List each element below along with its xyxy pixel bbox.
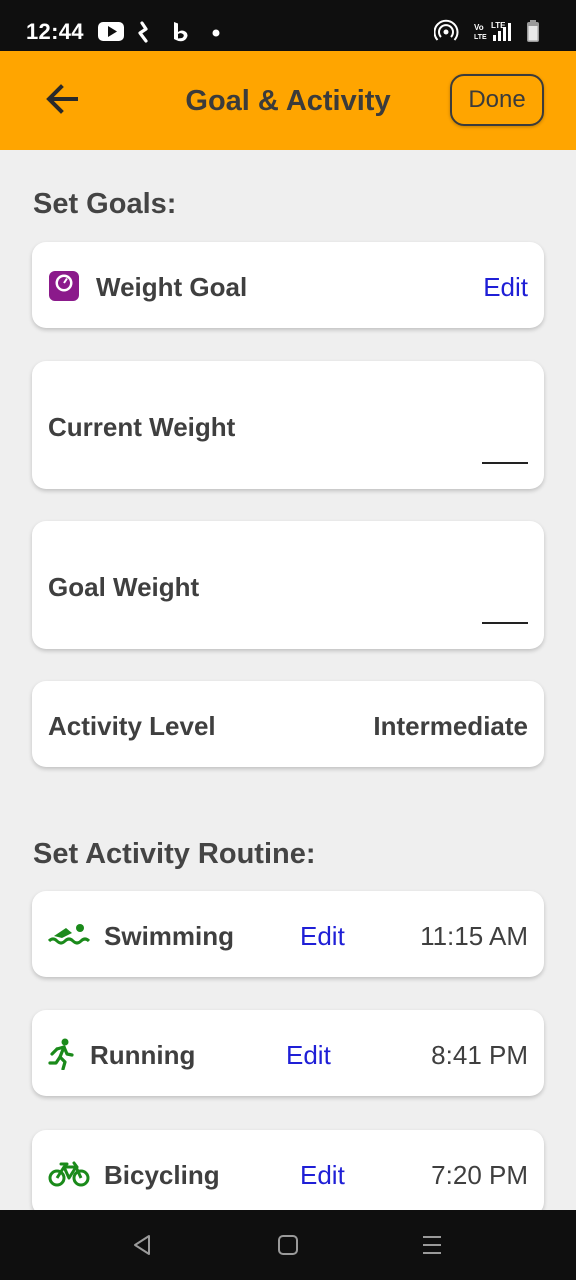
status-left-icons xyxy=(98,21,220,43)
activity-row: Running Edit 8:41 PM xyxy=(32,1010,544,1096)
goals-section-title: Set Goals: xyxy=(33,188,177,220)
lte-signal-icon: LTE xyxy=(491,21,511,41)
goal-weight-label: Goal Weight xyxy=(48,572,200,602)
activity-name: Swimming xyxy=(104,921,235,951)
kite-icon xyxy=(138,21,148,43)
system-nav-bar xyxy=(0,1210,576,1280)
youtube-icon xyxy=(98,22,124,41)
back-triangle-icon[interactable] xyxy=(127,1230,159,1260)
volte-icon: Vo LTE xyxy=(474,23,487,41)
activity-level-card[interactable]: Activity Level Intermediate xyxy=(32,681,544,767)
dot-icon xyxy=(212,29,220,37)
activity-time[interactable]: 11:15 AM xyxy=(420,921,528,952)
status-bar: 12:44 Vo LTE LTE xyxy=(0,0,576,51)
running-icon xyxy=(48,1038,74,1070)
hotspot-icon xyxy=(434,19,459,41)
current-weight-label: Current Weight xyxy=(48,412,236,442)
swimming-icon xyxy=(48,924,90,945)
menu-lines-icon[interactable] xyxy=(416,1230,448,1260)
bing-icon xyxy=(174,22,188,42)
activity-edit-link[interactable]: Edit xyxy=(300,921,345,952)
goal-weight-input[interactable] xyxy=(482,622,528,624)
weight-goal-card: Weight Goal Edit xyxy=(32,242,544,328)
bicycle-icon xyxy=(48,1161,90,1187)
status-time: 12:44 xyxy=(26,19,84,44)
activity-time[interactable]: 8:41 PM xyxy=(431,1040,528,1071)
svg-text:Vo: Vo xyxy=(474,23,484,32)
app-bar: Goal & Activity Done xyxy=(0,51,576,150)
activity-name: Running xyxy=(90,1040,196,1070)
svg-text:LTE: LTE xyxy=(474,34,487,41)
goal-weight-card: Goal Weight xyxy=(32,521,544,649)
weight-goal-edit-link[interactable]: Edit xyxy=(483,272,528,303)
activity-edit-link[interactable]: Edit xyxy=(300,1160,345,1191)
home-square-icon[interactable] xyxy=(272,1230,304,1260)
weight-goal-label: Weight Goal xyxy=(96,272,248,302)
activity-edit-link[interactable]: Edit xyxy=(286,1040,331,1071)
battery-icon xyxy=(527,20,539,42)
activity-name: Bicycling xyxy=(104,1160,220,1190)
done-button[interactable]: Done xyxy=(450,74,544,126)
current-weight-card: Current Weight xyxy=(32,361,544,489)
activity-level-label: Activity Level xyxy=(48,711,216,741)
activity-row: Bicycling Edit 7:20 PM xyxy=(32,1130,544,1216)
scale-icon xyxy=(49,271,79,301)
activity-time[interactable]: 7:20 PM xyxy=(431,1160,528,1191)
routine-section-title: Set Activity Routine: xyxy=(33,838,316,870)
current-weight-input[interactable] xyxy=(482,462,528,464)
status-right-icons: Vo LTE LTE xyxy=(434,19,539,42)
activity-level-value[interactable]: Intermediate xyxy=(373,711,528,742)
activity-row: Swimming Edit 11:15 AM xyxy=(32,891,544,977)
